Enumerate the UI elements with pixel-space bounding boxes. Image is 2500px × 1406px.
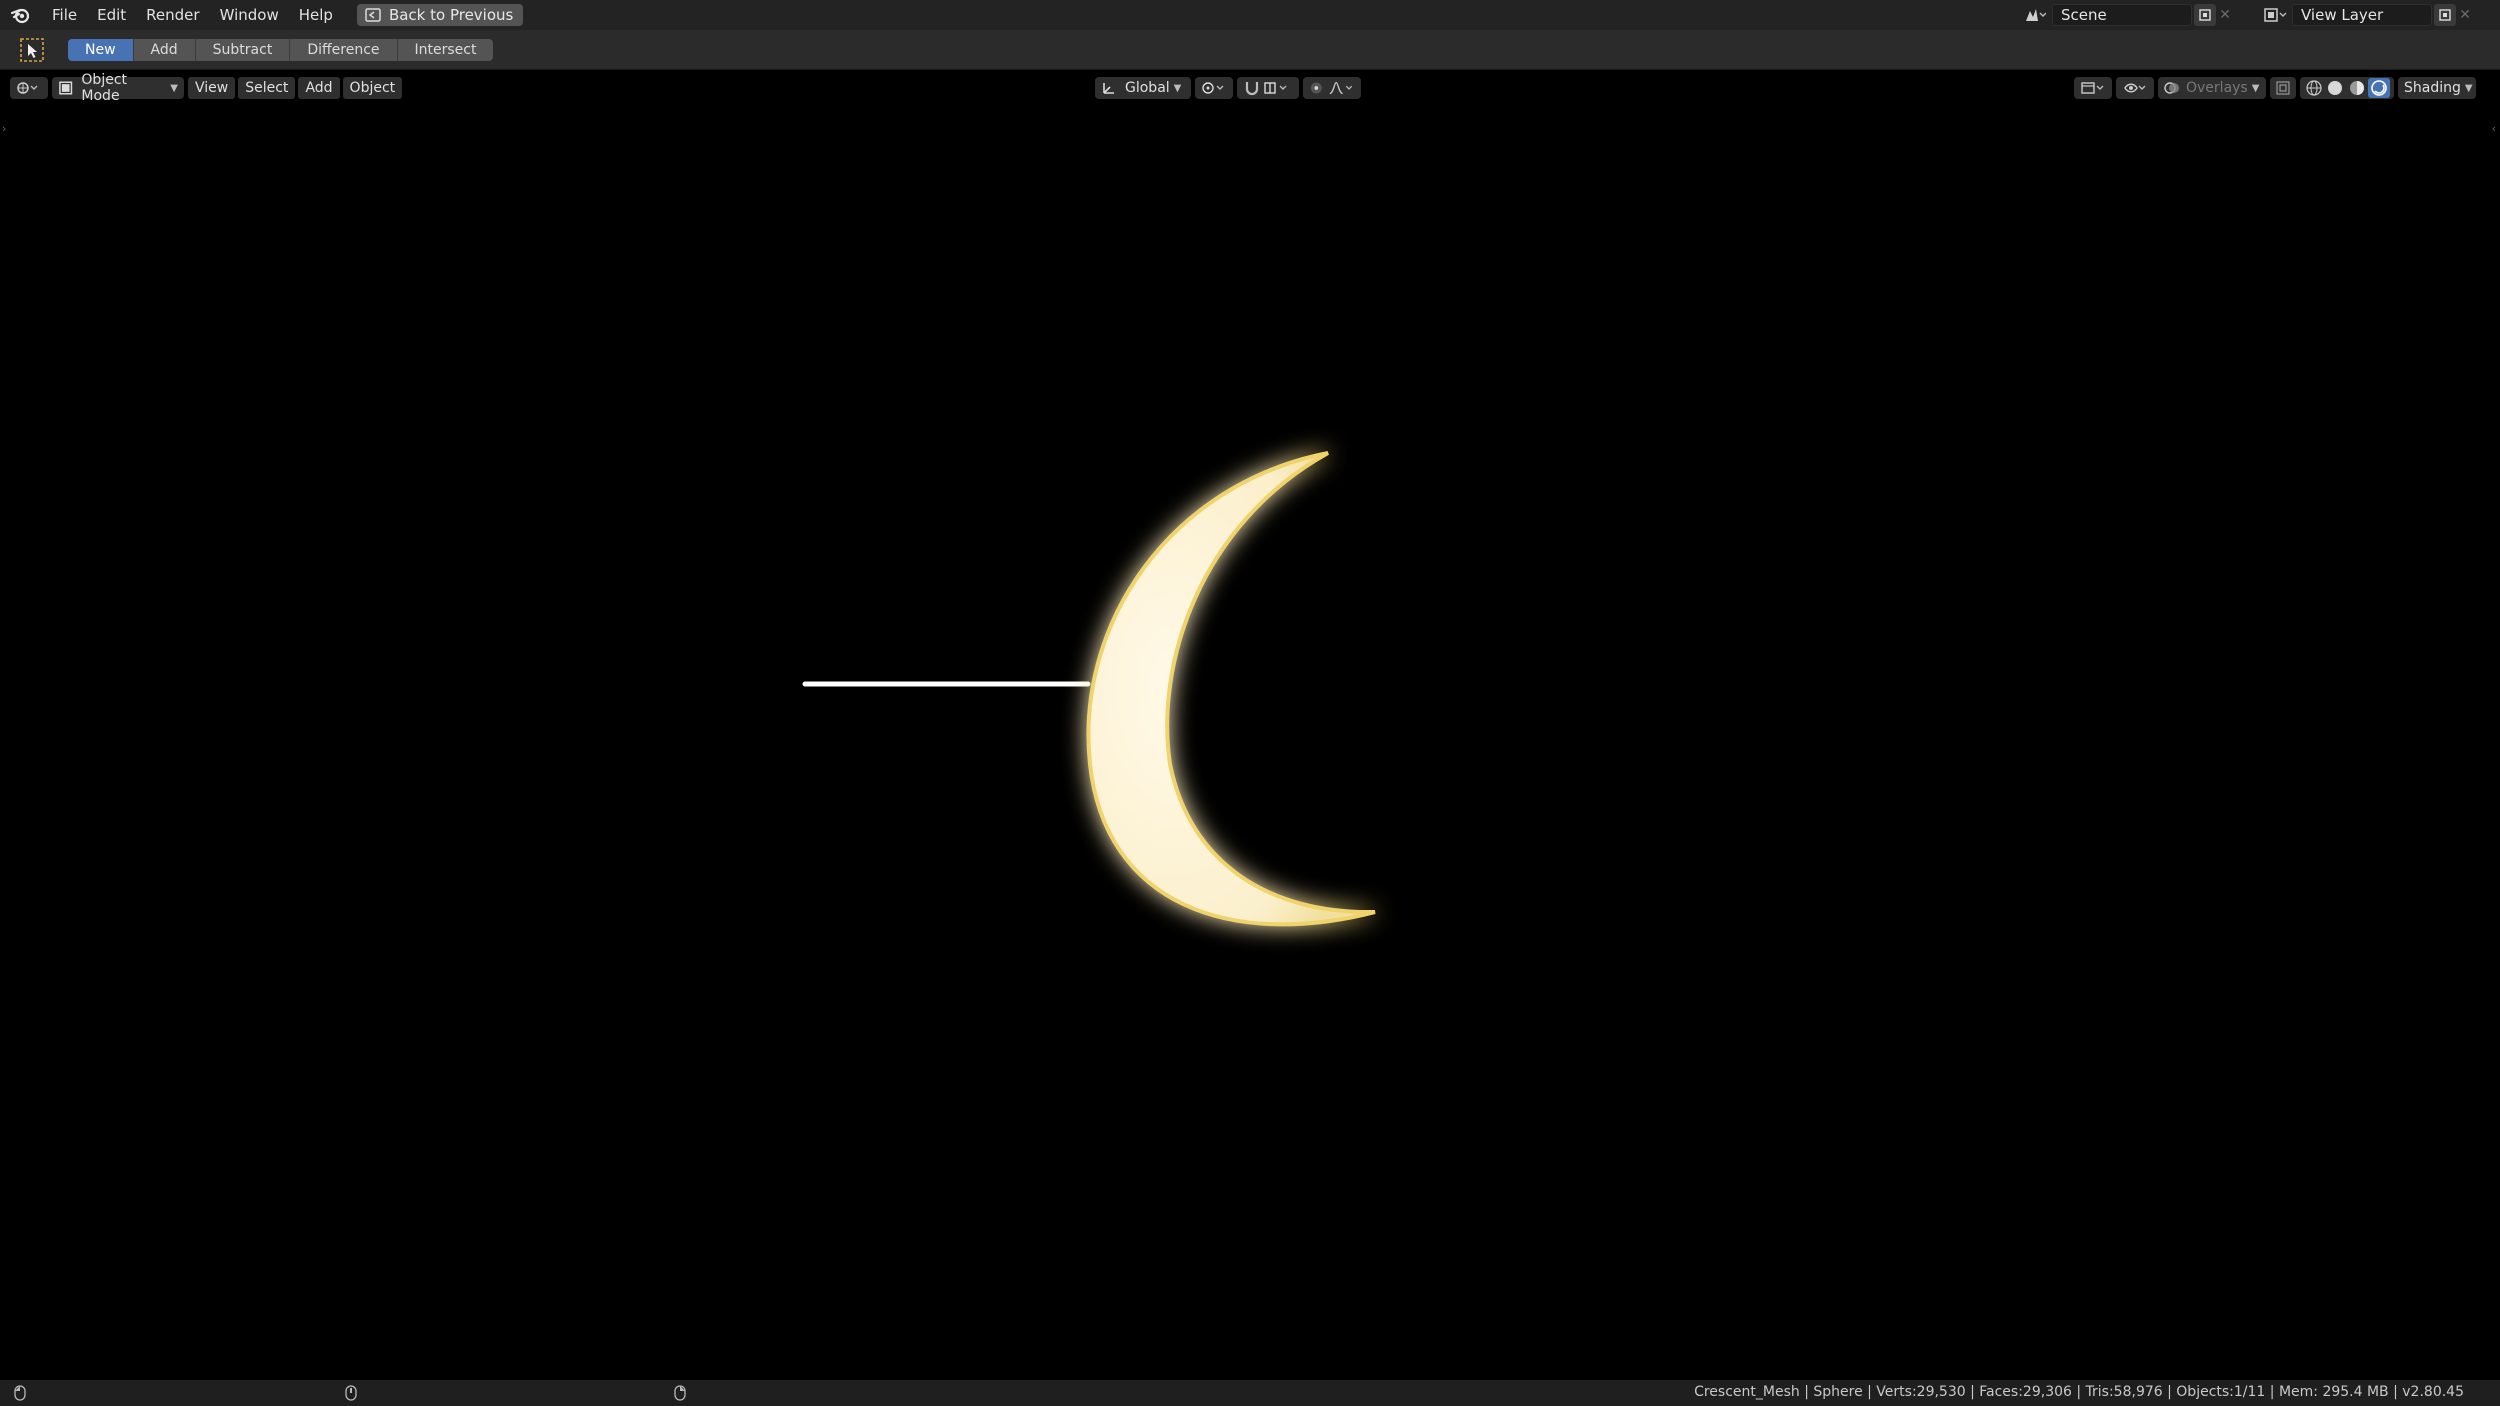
mode-new-button[interactable]: New xyxy=(68,38,134,61)
delete-view-layer-icon[interactable]: ✕ xyxy=(2456,4,2474,26)
menu-render[interactable]: Render xyxy=(136,0,209,30)
transform-orientation-label: Global xyxy=(1125,80,1170,96)
chevron-down-icon: ▼ xyxy=(170,82,178,94)
shading-dropdown[interactable]: Shading ▼ xyxy=(2398,77,2476,99)
sidebar-expand-arrow-icon[interactable]: ‹ xyxy=(2492,122,2496,135)
scene-statistics: Crescent_Mesh | Sphere | Verts:29,530 | … xyxy=(1694,1384,2464,1400)
new-view-layer-icon[interactable] xyxy=(2434,4,2456,26)
screen-back-icon xyxy=(365,8,381,22)
select-box-tool-icon[interactable] xyxy=(18,36,46,64)
viewport-menu-object[interactable]: Object xyxy=(342,77,403,99)
shading-label: Shading xyxy=(2404,80,2461,96)
object-mode-label: Object Mode xyxy=(81,72,128,104)
menu-edit[interactable]: Edit xyxy=(87,0,136,30)
snapping-controls[interactable] xyxy=(1237,77,1299,99)
mode-subtract-button[interactable]: Subtract xyxy=(195,38,291,61)
3d-viewport[interactable] xyxy=(0,104,2500,1380)
back-to-previous-label: Back to Previous xyxy=(388,6,514,24)
overlays-label: Overlays xyxy=(2186,80,2248,96)
gizmo-icon xyxy=(2124,83,2146,93)
delete-scene-icon[interactable]: ✕ xyxy=(2216,4,2234,26)
scene-icon[interactable] xyxy=(2018,4,2052,26)
blender-logo-icon[interactable] xyxy=(0,0,42,30)
toolbar-expand-arrow-icon[interactable]: › xyxy=(2,122,6,135)
magnet-icon xyxy=(1245,82,1259,96)
material-shading-icon[interactable] xyxy=(2346,79,2368,97)
viewport-menu-add[interactable]: Add xyxy=(298,77,340,99)
viewport-render xyxy=(799,451,1376,927)
viewport-center-controls: Global ▼ xyxy=(1095,77,1365,99)
pivot-point-dropdown[interactable] xyxy=(1195,77,1233,99)
crescent-mesh[interactable] xyxy=(1086,451,1376,927)
editor-type-icon[interactable] xyxy=(10,77,48,99)
mode-intersect-button[interactable]: Intersect xyxy=(397,38,494,61)
viewport-left-controls: Object Mode ▼ View Select Add Object xyxy=(10,72,405,104)
snap-increment-icon xyxy=(1264,82,1287,94)
view-layer-icon[interactable] xyxy=(2258,4,2292,26)
wireframe-shading-icon[interactable] xyxy=(2304,79,2324,97)
back-to-previous-button[interactable]: Back to Previous xyxy=(356,4,524,26)
status-bar: Crescent_Mesh | Sphere | Verts:29,530 | … xyxy=(0,1380,2500,1406)
viewport-menu-select[interactable]: Select xyxy=(238,77,296,99)
viewport-header: Object Mode ▼ View Select Add Object Glo… xyxy=(0,72,2500,104)
shading-mode-buttons xyxy=(2300,77,2394,99)
object-mode-dropdown[interactable]: Object Mode ▼ xyxy=(52,72,184,104)
view-layer-selector: View Layer ✕ xyxy=(2258,4,2474,26)
view-layer-name-field[interactable]: View Layer xyxy=(2292,4,2432,26)
chevron-down-icon: ▼ xyxy=(2464,82,2473,94)
tool-settings-header: New Add Subtract Difference Intersect xyxy=(0,30,2500,70)
visibility-filter-icon xyxy=(2081,82,2104,94)
selection-mode-group: New Add Subtract Difference Intersect xyxy=(68,38,494,61)
menu-help[interactable]: Help xyxy=(289,0,343,30)
falloff-curve-icon xyxy=(1329,81,1352,95)
object-visibility-dropdown[interactable] xyxy=(2074,77,2112,99)
solid-shading-icon[interactable] xyxy=(2324,79,2346,97)
overlays-icon xyxy=(2164,82,2179,94)
pivot-point-icon xyxy=(1202,82,1224,94)
new-scene-icon[interactable] xyxy=(2194,4,2216,26)
chevron-down-icon: ▼ xyxy=(1173,82,1182,94)
proportional-editing-controls[interactable] xyxy=(1303,77,1361,99)
mouse-right-button-icon xyxy=(674,1385,686,1401)
proportional-editing-icon xyxy=(1310,82,1322,94)
mode-add-button[interactable]: Add xyxy=(133,38,196,61)
viewport-menu-view[interactable]: View xyxy=(188,77,236,99)
chevron-down-icon: ▼ xyxy=(2251,82,2260,94)
xray-toggle-icon[interactable] xyxy=(2270,77,2296,99)
menu-file[interactable]: File xyxy=(42,0,87,30)
mouse-left-button-icon xyxy=(14,1385,26,1401)
top-menu-bar: File Edit Render Window Help Back to Pre… xyxy=(0,0,2500,30)
scene-name-field[interactable]: Scene xyxy=(2052,4,2192,26)
mouse-middle-button-icon xyxy=(345,1385,357,1401)
viewport-right-controls: Overlays ▼ Shading ▼ xyxy=(2074,77,2480,99)
scene-selector: Scene ✕ xyxy=(2018,4,2234,26)
menu-window[interactable]: Window xyxy=(210,0,289,30)
mode-difference-button[interactable]: Difference xyxy=(290,38,398,61)
rendered-shading-icon[interactable] xyxy=(2368,78,2390,98)
object-mode-icon xyxy=(59,81,73,95)
gizmo-dropdown[interactable] xyxy=(2116,77,2154,99)
overlays-dropdown[interactable]: Overlays ▼ xyxy=(2158,77,2266,99)
orientation-axes-icon xyxy=(1103,83,1114,94)
transform-orientation-dropdown[interactable]: Global ▼ xyxy=(1095,77,1191,99)
